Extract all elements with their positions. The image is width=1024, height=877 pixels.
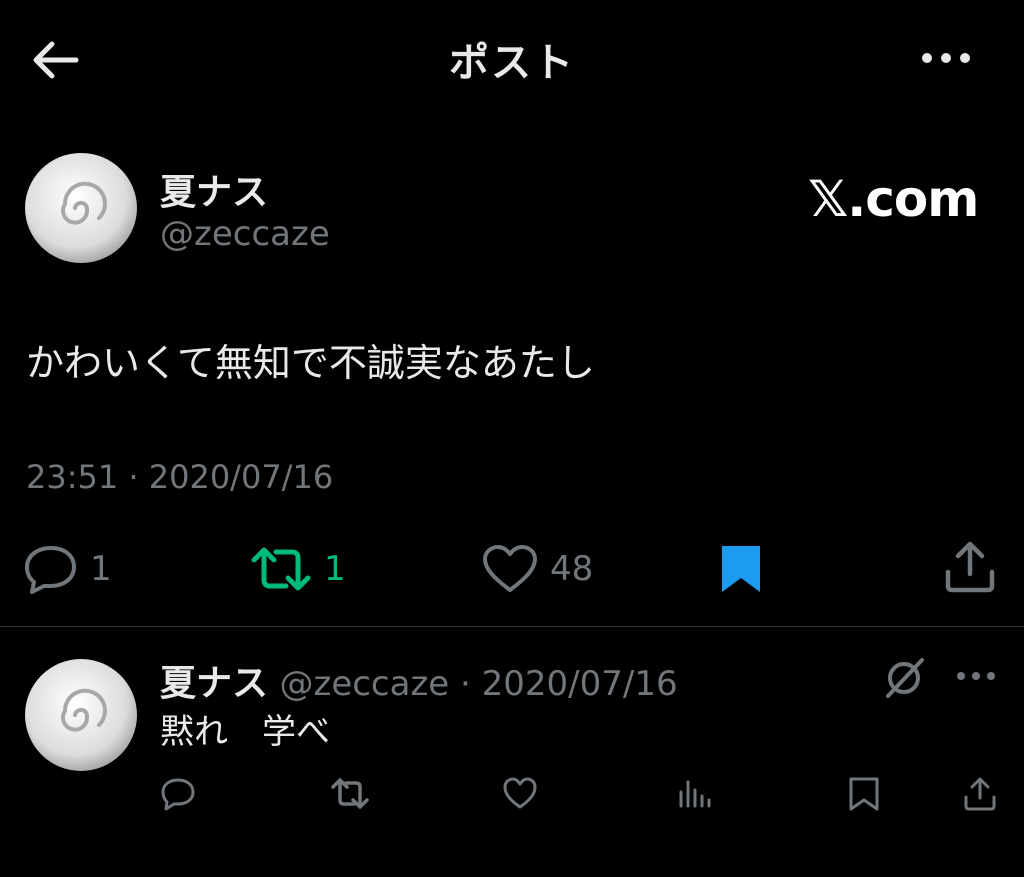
share-icon (964, 777, 996, 811)
reply-meta[interactable]: @zeccaze · 2020/07/16 (279, 664, 677, 704)
more-icon (922, 53, 970, 63)
repost-icon (251, 547, 311, 591)
views-icon (679, 780, 711, 808)
divider (0, 626, 1024, 627)
like-icon (483, 545, 537, 592)
share-icon (945, 541, 995, 593)
avatar-image (25, 153, 137, 263)
more-icon (957, 672, 995, 680)
reply-bookmark-button[interactable] (846, 776, 882, 812)
reply-icon (161, 778, 195, 811)
post-text: かわいくて無知で不誠実なあたし (26, 341, 595, 385)
bookmark-icon (849, 777, 879, 811)
reply-author-name[interactable]: 夏ナス (160, 663, 268, 704)
reply-share-button[interactable] (962, 776, 998, 812)
post-timestamp[interactable]: 23:51 · 2020/07/16 (26, 458, 333, 496)
reply-count: 1 (90, 549, 112, 589)
reply-button[interactable]: 1 (24, 544, 112, 594)
more-options-button[interactable] (918, 46, 974, 70)
author-handle[interactable]: @zeccaze (160, 214, 330, 254)
reply-reply-button[interactable] (160, 776, 196, 812)
reply-like-button[interactable] (502, 776, 538, 812)
like-icon (503, 777, 537, 809)
grok-button[interactable] (882, 656, 928, 704)
watermark: 𝕏.com (808, 170, 979, 228)
page-title: ポスト (449, 40, 575, 86)
author-name[interactable]: 夏ナス (160, 163, 268, 215)
reply-views-button[interactable] (676, 776, 712, 812)
share-button[interactable] (944, 540, 996, 598)
like-count: 48 (550, 549, 594, 589)
reply-text: 黙れ 学べ (160, 712, 330, 752)
reply-icon (25, 546, 76, 594)
bookmark-button[interactable] (718, 542, 764, 598)
avatar[interactable] (24, 152, 138, 264)
reply-repost-button[interactable] (330, 776, 369, 812)
reply-more-button[interactable] (954, 666, 998, 690)
repost-button[interactable]: 1 (250, 544, 346, 594)
repost-icon (331, 778, 369, 809)
bookmark-icon (722, 546, 760, 592)
reply-header: 夏ナス @zeccaze · 2020/07/16 (160, 654, 678, 706)
reply-avatar[interactable] (24, 658, 138, 772)
like-button[interactable]: 48 (482, 544, 593, 594)
grok-icon (886, 658, 924, 698)
avatar-image (25, 659, 137, 771)
repost-count: 1 (324, 549, 346, 589)
